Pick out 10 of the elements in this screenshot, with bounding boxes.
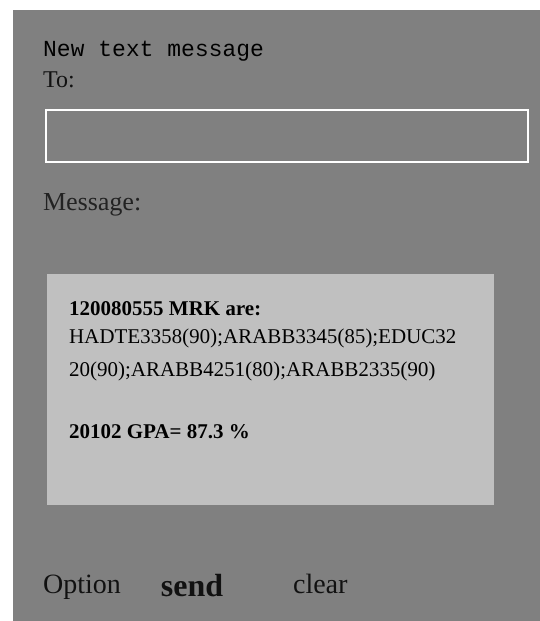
softkey-button[interactable]: clear [293, 567, 348, 603]
message-heading: 120080555 MRK are: [69, 296, 262, 320]
message-label: Message: [43, 187, 142, 217]
softkey-button[interactable]: send [160, 567, 224, 603]
message-body: HADTE3358(90);ARABB3345(85);EDUC3220(90);ARABB4251(80);ARABB2335(90) [69, 323, 458, 383]
screen-title: New text message [43, 36, 264, 65]
to-label: To: [43, 66, 75, 95]
gpa-text: 20102 GPA= 87.3 % [69, 419, 250, 443]
to-input-field[interactable] [45, 109, 529, 163]
softkey-button[interactable]: Option [43, 567, 121, 603]
